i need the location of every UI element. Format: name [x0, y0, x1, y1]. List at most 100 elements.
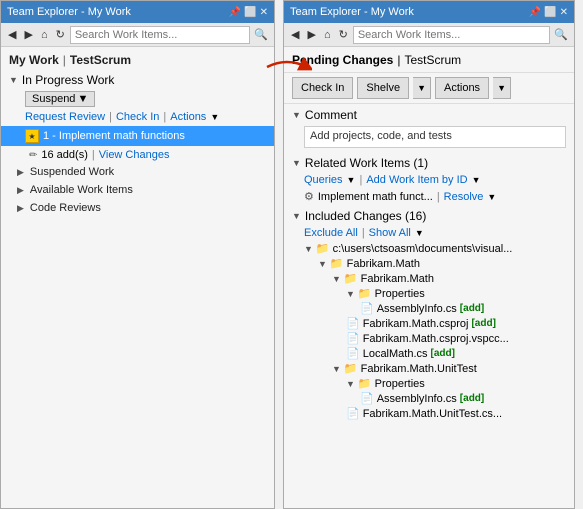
pencil-icon: ✏: [29, 150, 37, 161]
path-triangle[interactable]: ▼: [304, 244, 313, 254]
in-progress-label: In Progress Work: [22, 73, 114, 87]
queries-link[interactable]: Queries: [304, 174, 343, 186]
sep3: |: [92, 149, 95, 161]
included-triangle[interactable]: ▼: [292, 211, 301, 221]
comment-triangle[interactable]: ▼: [292, 110, 301, 120]
back-button[interactable]: ◀: [5, 27, 19, 42]
right-panel: Team Explorer - My Work 📌 ⬜ ✕ ◀ ▶ ⌂ ↻ 🔍 …: [283, 0, 575, 509]
right-search-icon: 🔍: [552, 28, 570, 41]
folder-icon-4: 📁: [344, 362, 358, 375]
work-item-row[interactable]: ★ 1 - Implement math functions: [1, 126, 274, 146]
project-name: TestScrum: [70, 53, 131, 67]
refresh-button[interactable]: ↻: [53, 27, 68, 42]
add-work-item-link[interactable]: Add Work Item by ID: [366, 174, 467, 186]
tree-path: ▼ 📁 c:\users\ctsoasm\documents\visual...: [304, 241, 574, 256]
left-title-text: Team Explorer - My Work: [7, 6, 131, 18]
close-icon[interactable]: ✕: [260, 7, 268, 18]
suspend-button[interactable]: Suspend ▼: [25, 91, 95, 107]
tree-properties-2: ▼ 📁 Properties: [304, 376, 574, 391]
home-button[interactable]: ⌂: [38, 28, 51, 42]
sep5: |: [437, 191, 440, 203]
t2[interactable]: ▼: [332, 274, 341, 284]
included-label: Included Changes (16): [305, 209, 426, 223]
right-home-button[interactable]: ⌂: [321, 28, 334, 42]
folder-icon-2: 📁: [344, 272, 358, 285]
file-tree: ▼ 📁 c:\users\ctsoasm\documents\visual...…: [284, 241, 574, 421]
work-item-small-icon: ⚙: [304, 190, 314, 203]
right-refresh-button[interactable]: ↻: [336, 27, 351, 42]
resolve-dropdown[interactable]: ▼: [487, 192, 496, 202]
file-icon-5: 📄: [360, 392, 374, 405]
file-icon-1: 📄: [360, 302, 374, 315]
actions-button[interactable]: Actions: [435, 77, 489, 99]
unittest-cs-label: Fabrikam.Math.UnitTest.cs...: [363, 408, 502, 420]
show-all-dropdown[interactable]: ▼: [415, 228, 424, 238]
tree-csproj: 📄 Fabrikam.Math.csproj [add]: [304, 316, 574, 331]
comment-value: Add projects, code, and tests: [310, 130, 452, 142]
right-title-bar: Team Explorer - My Work 📌 ⬜ ✕: [284, 1, 574, 23]
code-reviews-item[interactable]: ▶ Code Reviews: [1, 199, 274, 217]
view-changes-link[interactable]: View Changes: [99, 149, 170, 161]
resolve-link[interactable]: Resolve: [444, 191, 484, 203]
actions-link[interactable]: Actions: [170, 111, 206, 123]
right-pin-icon[interactable]: 📌: [529, 7, 541, 18]
action-links: Request Review | Check In | Actions ▼: [1, 109, 274, 125]
available-triangle: ▶: [17, 185, 24, 196]
left-toolbar: ◀ ▶ ⌂ ↻ 🔍: [1, 23, 274, 47]
left-panel: Team Explorer - My Work 📌 ⬜ ✕ ◀ ▶ ⌂ ↻ 🔍 …: [0, 0, 275, 509]
breadcrumb: Pending Changes | TestScrum: [284, 47, 574, 73]
t3[interactable]: ▼: [346, 289, 355, 299]
comment-label: Comment: [305, 108, 357, 122]
right-back-button[interactable]: ◀: [288, 27, 302, 42]
forward-button[interactable]: ▶: [21, 27, 35, 42]
check-in-button[interactable]: Check In: [292, 77, 353, 99]
tree-unittest-cs: 📄 Fabrikam.Math.UnitTest.cs...: [304, 406, 574, 421]
sep6: |: [362, 227, 365, 239]
my-work-label: My Work: [9, 53, 59, 67]
in-progress-section: ▼ In Progress Work: [1, 69, 274, 89]
shelve-dropdown[interactable]: ▼: [413, 77, 431, 99]
suspend-label: Suspend: [32, 93, 75, 105]
suspended-work-item[interactable]: ▶ Suspended Work: [1, 163, 274, 181]
actions-dropdown[interactable]: ▼: [493, 77, 511, 99]
pin-icon[interactable]: 📌: [229, 7, 241, 18]
folder-icon-3: 📁: [358, 287, 372, 300]
right-title-left: Team Explorer - My Work: [290, 6, 414, 18]
check-in-link[interactable]: Check In: [116, 111, 159, 123]
available-work-item[interactable]: ▶ Available Work Items: [1, 181, 274, 199]
exclude-all-link[interactable]: Exclude All: [304, 227, 358, 239]
add-work-item-dropdown[interactable]: ▼: [472, 175, 481, 185]
right-search-input[interactable]: [353, 26, 550, 44]
right-close-icon[interactable]: ✕: [560, 7, 568, 18]
properties-1-label: Properties: [375, 288, 425, 300]
right-forward-button[interactable]: ▶: [304, 27, 318, 42]
add-badge-2: [add]: [471, 318, 495, 329]
show-all-link[interactable]: Show All: [369, 227, 411, 239]
float-icon[interactable]: ⬜: [244, 7, 256, 18]
shelve-button[interactable]: Shelve: [357, 77, 409, 99]
check-in-toolbar: Check In Shelve ▼ Actions ▼: [284, 73, 574, 104]
queries-dropdown[interactable]: ▼: [347, 175, 356, 185]
request-review-link[interactable]: Request Review: [25, 111, 105, 123]
unittest-label: Fabrikam.Math.UnitTest: [361, 363, 477, 375]
header-pipe: |: [63, 53, 66, 67]
t5[interactable]: ▼: [346, 379, 355, 389]
right-float-icon[interactable]: ⬜: [544, 7, 556, 18]
suspend-row: Suspend ▼: [1, 89, 274, 109]
related-triangle[interactable]: ▼: [292, 158, 301, 168]
related-label: Related Work Items (1): [305, 156, 428, 170]
t4[interactable]: ▼: [332, 364, 341, 374]
t1[interactable]: ▼: [318, 259, 327, 269]
tree-fabrikam-math-outer: ▼ 📁 Fabrikam.Math: [304, 256, 574, 271]
included-section: ▼ Included Changes (16): [284, 205, 574, 225]
breadcrumb-pipe: |: [397, 53, 400, 67]
tree-vspcc: 📄 Fabrikam.Math.csproj.vspcc...: [304, 331, 574, 346]
search-input[interactable]: [70, 26, 250, 44]
actions-arrow: ▼: [210, 112, 219, 122]
in-progress-triangle[interactable]: ▼: [9, 75, 18, 85]
suspended-label: Suspended Work: [30, 166, 114, 178]
folder-icon-1: 📁: [330, 257, 344, 270]
localmath-label: LocalMath.cs: [363, 348, 428, 360]
tree-properties-1: ▼ 📁 Properties: [304, 286, 574, 301]
right-toolbar: ◀ ▶ ⌂ ↻ 🔍: [284, 23, 574, 47]
